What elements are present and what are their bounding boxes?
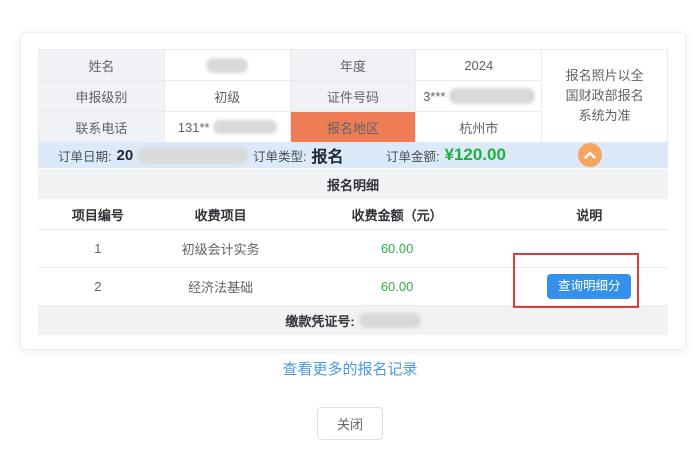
masked-id-value (449, 88, 535, 104)
order-amount: 订单金额: ¥120.00 (386, 145, 506, 165)
phone-value: 131** (164, 112, 290, 143)
order-date-prefix: 20 (116, 147, 133, 164)
order-type: 订单类型: 报名 (253, 143, 386, 167)
note-cell: 查询明细分 (510, 274, 668, 299)
phone-prefix: 131** (178, 120, 210, 135)
fee-item: 经济法基础 (158, 277, 284, 296)
view-more-records-link[interactable]: 查看更多的报名记录 (282, 361, 417, 378)
year-value: 2024 (416, 50, 542, 81)
table-row: 2 经济法基础 60.00 查询明细分 (38, 268, 668, 306)
id-number-label: 证件号码 (290, 81, 416, 112)
column-header-project-no: 项目编号 (38, 205, 158, 224)
region-label-highlighted: 报名地区 (290, 112, 416, 143)
order-amount-value: ¥120.00 (444, 145, 505, 165)
photo-note: 报名照片以全国财政部报名系统为准 (542, 50, 668, 143)
level-label: 申报级别 (39, 81, 165, 112)
fee-item: 初级会计实务 (158, 239, 284, 258)
table-row: 1 初级会计实务 60.00 (38, 230, 668, 268)
project-no: 2 (38, 279, 158, 294)
order-date: 订单日期: 20 (58, 146, 253, 165)
order-summary-bar: 订单日期: 20 订单类型: 报名 订单金额: ¥120.00 (38, 142, 668, 168)
details-section-title: 报名明细 (38, 169, 668, 199)
region-value: 杭州市 (416, 112, 542, 143)
collapse-button[interactable] (578, 143, 602, 167)
table-row: 姓名 年度 2024 报名照片以全国财政部报名系统为准 (39, 50, 668, 81)
order-type-value: 报名 (311, 143, 343, 167)
registration-order-panel: 姓名 年度 2024 报名照片以全国财政部报名系统为准 申报级别 初级 证件号码… (20, 32, 686, 350)
masked-order-date (138, 147, 248, 164)
column-header-fee-item: 收费项目 (158, 205, 284, 224)
column-header-note: 说明 (510, 205, 668, 224)
order-amount-label: 订单金额: (386, 146, 439, 165)
fee-amount: 60.00 (284, 241, 511, 256)
more-records-link-row: 查看更多的报名记录 (0, 358, 700, 379)
id-number-prefix: 3*** (423, 89, 445, 104)
close-button[interactable]: 关闭 (317, 407, 383, 440)
order-date-label: 订单日期: (58, 146, 111, 165)
query-detail-score-button[interactable]: 查询明细分 (547, 274, 631, 299)
payment-voucher-row: 缴款凭证号: (38, 306, 668, 335)
level-value: 初级 (164, 81, 290, 112)
panel-content: 姓名 年度 2024 报名照片以全国财政部报名系统为准 申报级别 初级 证件号码… (38, 49, 668, 335)
masked-voucher-number (359, 313, 421, 328)
chevron-up-icon (583, 150, 597, 160)
project-no: 1 (38, 241, 158, 256)
fee-amount: 60.00 (284, 279, 511, 294)
voucher-label: 缴款凭证号: (285, 311, 354, 330)
name-label: 姓名 (39, 50, 165, 81)
details-header-row: 项目编号 收费项目 收费金额（元） 说明 (38, 199, 668, 230)
order-type-label: 订单类型: (253, 146, 306, 165)
close-button-row: 关闭 (0, 407, 700, 440)
column-header-fee-amount: 收费金额（元） (284, 205, 511, 224)
name-value (164, 50, 290, 81)
masked-phone-value (213, 120, 277, 134)
year-label: 年度 (290, 50, 416, 81)
applicant-info-table: 姓名 年度 2024 报名照片以全国财政部报名系统为准 申报级别 初级 证件号码… (38, 49, 668, 143)
masked-name-value (206, 58, 248, 73)
phone-label: 联系电话 (39, 112, 165, 143)
id-number-value: 3*** (416, 81, 542, 112)
